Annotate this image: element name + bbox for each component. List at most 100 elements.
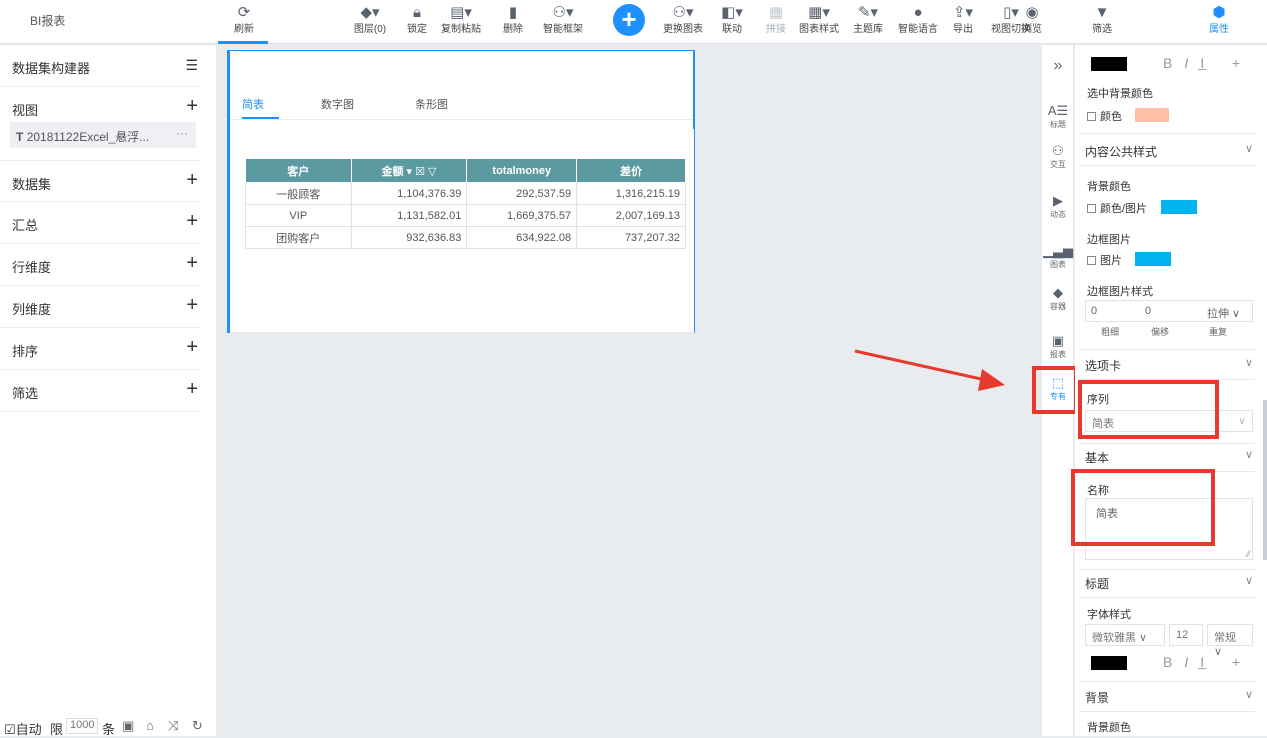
background-section[interactable]: 背景 ∨: [1085, 689, 1253, 706]
chart-style-button[interactable]: ▦▾ 图表样式: [796, 3, 842, 41]
font-family-select[interactable]: 微软雅黑 ∨: [1085, 624, 1165, 646]
format-icons[interactable]: BII̲ +: [1163, 55, 1252, 71]
add-icon[interactable]: +: [186, 294, 198, 317]
add-view-icon[interactable]: +: [186, 95, 198, 118]
delete-button[interactable]: ▮ 删除: [500, 3, 526, 41]
add-chart-button[interactable]: +: [613, 4, 645, 36]
trash-icon[interactable]: ⌂: [146, 718, 154, 733]
thickness-input[interactable]: 0: [1091, 305, 1097, 317]
section-filter[interactable]: 筛选 +: [0, 370, 200, 412]
category-container[interactable]: ◆ 容器: [1042, 285, 1074, 312]
table-cell: 1,131,582.01: [350, 204, 468, 227]
chart-style-icon: ▦▾: [808, 4, 830, 21]
tab-simple-table[interactable]: 简表: [242, 96, 264, 112]
content-style-section[interactable]: 内容公共样式 ∨: [1085, 143, 1253, 160]
view-item[interactable]: T 20181122Excel_悬浮... ···: [10, 122, 196, 148]
filter-button[interactable]: ▼ 筛选: [1088, 3, 1116, 41]
auto-checkbox[interactable]: ☑自动: [4, 719, 42, 738]
font-size-input[interactable]: 12: [1169, 624, 1203, 646]
section-column-dimension[interactable]: 列维度 +: [0, 286, 200, 328]
font-weight-select[interactable]: 常规 ∨: [1207, 624, 1253, 658]
table-row: 团购客户 932,636.83 634,922.08 737,207.32: [245, 226, 686, 249]
more-icon[interactable]: ···: [176, 126, 188, 140]
tab-divider: [229, 119, 694, 120]
splice-button[interactable]: ▦ 拼接: [764, 3, 788, 41]
theme-button[interactable]: ✎▾ 主题库: [850, 3, 886, 41]
section-label: 行维度: [12, 260, 52, 275]
trash-icon: ▮: [508, 4, 518, 21]
layers-button[interactable]: ◆▾ 图层(0): [350, 3, 390, 41]
category-report[interactable]: ▣ 报表: [1042, 333, 1074, 360]
title-section[interactable]: 标题 ∨: [1085, 575, 1253, 592]
column-header[interactable]: 客户: [245, 158, 352, 183]
checkbox-label: 图片: [1100, 255, 1122, 267]
category-animate[interactable]: ▶ 动态: [1042, 193, 1074, 220]
color-image-checkbox[interactable]: 颜色/图片: [1087, 200, 1147, 216]
toolbar: BI报表 ⟳ 刷新 ◆▾ 图层(0) 🔒︎ 锁定 ▤▾ 复制粘贴 ▮ 删除 ⚇▾ 智能框架 …: [0, 0, 1267, 44]
repeat-select[interactable]: 拉伸 ∨: [1207, 305, 1240, 321]
section-row-dimension[interactable]: 行维度 +: [0, 244, 200, 286]
change-chart-button[interactable]: ⚇▾ 更换图表: [660, 3, 706, 41]
data-table: 客户 金额 ▾ ☒ ▽ totalmoney 差价 一般顾客 1,104,376…: [245, 158, 686, 249]
color-checkbox[interactable]: 颜色: [1087, 108, 1122, 124]
cyan-swatch[interactable]: [1135, 252, 1171, 266]
browse-button[interactable]: ◉ 浏览: [1019, 3, 1045, 41]
section-summary[interactable]: 汇总 +: [0, 202, 200, 244]
column-header[interactable]: totalmoney: [466, 158, 578, 183]
category-label: 图表: [1050, 260, 1066, 269]
section-label: 筛选: [12, 386, 39, 401]
column-header-amount[interactable]: 金额 ▾ ☒ ▽: [350, 158, 468, 183]
text-color-swatch[interactable]: [1091, 57, 1127, 71]
smart-voice-button[interactable]: ● 智能语言: [894, 3, 942, 41]
selected-bg-color-label: 选中背景颜色: [1087, 88, 1153, 100]
export-button[interactable]: ⇪▾ 导出: [950, 3, 976, 41]
title-color-swatch[interactable]: [1091, 656, 1127, 670]
properties-button[interactable]: ⬢ 属性: [1205, 3, 1233, 41]
section-sort[interactable]: 排序 +: [0, 328, 200, 370]
tab-bar-chart[interactable]: 条形图: [415, 96, 448, 112]
export-icon: ⇪▾: [952, 4, 974, 21]
cyan-swatch[interactable]: [1161, 200, 1197, 214]
table-cell: 292,537.59: [466, 182, 578, 205]
add-icon[interactable]: +: [186, 210, 198, 233]
link-button[interactable]: ◧▾ 联动: [718, 3, 746, 41]
table-cell: 932,636.83: [350, 226, 468, 249]
offset-input[interactable]: 0: [1145, 305, 1151, 317]
lock-button[interactable]: 🔒︎ 锁定: [404, 3, 430, 41]
category-title[interactable]: A☰ 标题: [1042, 103, 1074, 130]
add-icon[interactable]: +: [186, 336, 198, 359]
tabs-section[interactable]: 选项卡 ∨: [1085, 357, 1253, 374]
format-icons[interactable]: BII̲ +: [1163, 654, 1252, 670]
select-value: 常规: [1214, 632, 1236, 644]
table-row: VIP 1,131,582.01 1,669,375.57 2,007,169.…: [245, 204, 686, 227]
peach-swatch[interactable]: [1135, 108, 1169, 122]
table-cell: 1,104,376.39: [350, 182, 468, 205]
section-dataset[interactable]: 数据集 +: [0, 160, 200, 202]
lock-icon: 🔒︎: [413, 4, 421, 21]
reload-icon[interactable]: ↻: [192, 718, 203, 734]
table-cell: 2,007,169.13: [576, 204, 686, 227]
table-cell: 634,922.08: [466, 226, 578, 249]
collapse-panel-icon[interactable]: ☰: [185, 57, 198, 74]
column-header[interactable]: 差价: [576, 158, 686, 183]
basic-section[interactable]: 基本 ∨: [1085, 449, 1253, 466]
category-chart[interactable]: ▁▃▅ 图表: [1042, 243, 1074, 270]
copy-paste-button[interactable]: ▤▾ 复制粘贴: [440, 3, 482, 41]
category-interact[interactable]: ⚇ 交互: [1042, 143, 1074, 170]
limit-input[interactable]: 1000: [66, 718, 98, 734]
highlight-box: [1078, 380, 1219, 439]
add-icon[interactable]: +: [186, 169, 198, 192]
shuffle-icon[interactable]: ⤨: [168, 718, 178, 734]
section-title: 背景: [1085, 691, 1110, 705]
sql-icon[interactable]: ▣: [122, 718, 134, 734]
resize-handle-icon[interactable]: ⁄⁄: [1247, 549, 1250, 559]
smart-frame-button[interactable]: ⚇▾ 智能框架: [538, 3, 588, 41]
tab-number-chart[interactable]: 数字图: [321, 96, 354, 112]
add-icon[interactable]: +: [186, 252, 198, 275]
image-checkbox[interactable]: 图片: [1087, 252, 1122, 268]
chart-card[interactable]: 简表 数字图 条形图 客户 金额 ▾ ☒ ▽ totalmoney 差价 一般顾…: [228, 50, 695, 333]
add-icon[interactable]: +: [186, 378, 198, 401]
expand-icon[interactable]: »: [1042, 57, 1074, 75]
refresh-button[interactable]: ⟳ 刷新: [228, 3, 260, 41]
property-scrollbar[interactable]: [1263, 400, 1267, 560]
